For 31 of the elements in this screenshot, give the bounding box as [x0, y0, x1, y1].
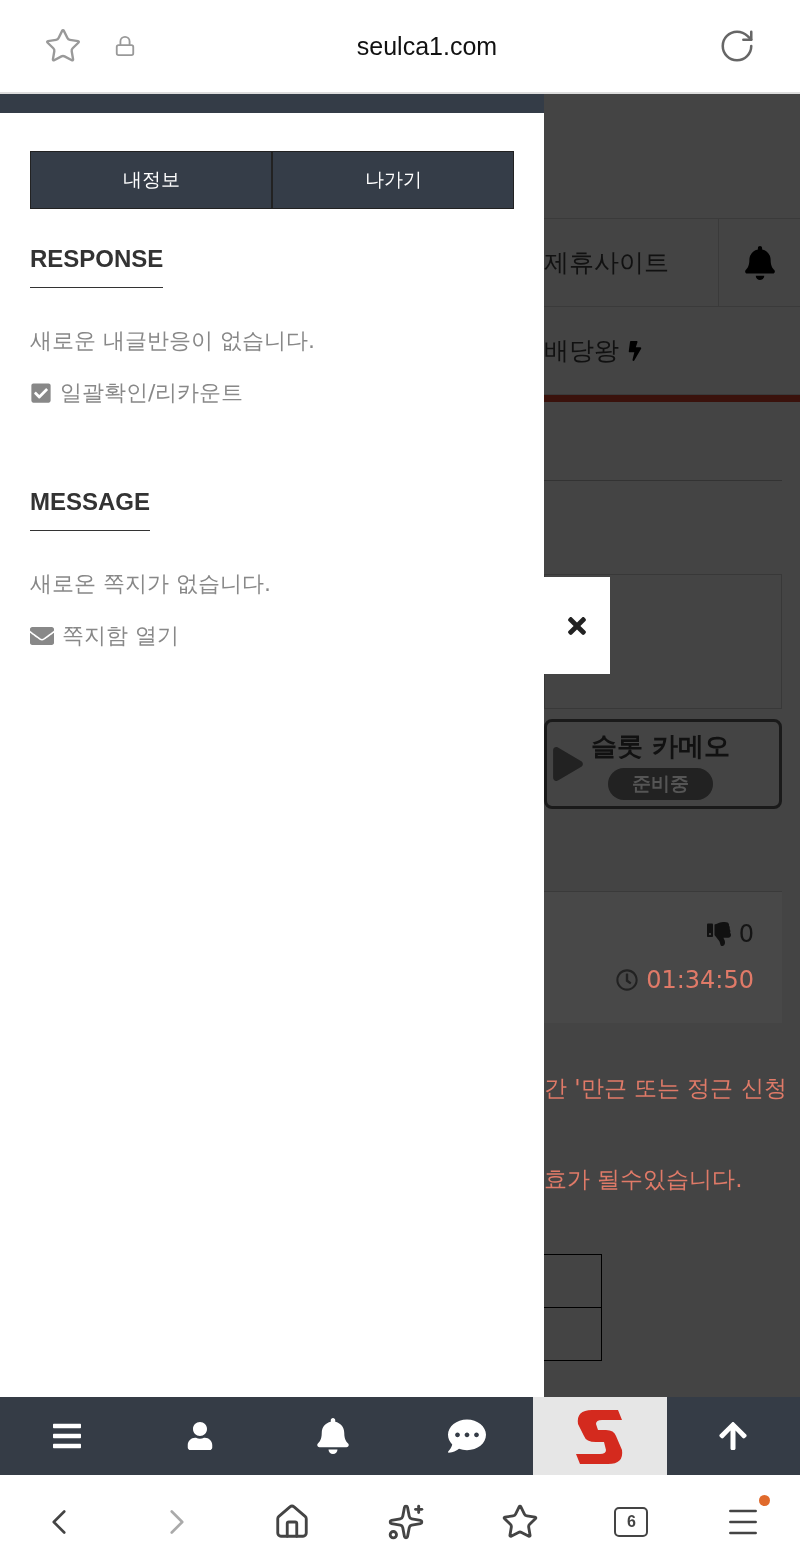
up-arrow-icon	[717, 1420, 750, 1452]
notice-text: 간 '만근 또는 정근 신청	[544, 1074, 788, 1103]
time-text: 01:34:50	[646, 966, 754, 994]
envelope-icon	[30, 624, 54, 648]
action-link[interactable]: 쪽지함 열기	[30, 621, 179, 651]
section-title: MESSAGE	[30, 488, 151, 531]
notice-text: 효가 될수있습니다.	[544, 1165, 744, 1194]
sparkle-icon	[386, 1502, 425, 1541]
user-icon	[186, 1422, 214, 1450]
bookmark-star-icon[interactable]	[44, 27, 82, 65]
chat-icon	[447, 1417, 486, 1455]
thumbs-down-icon[interactable]	[706, 922, 731, 946]
action-label: 쪽지함 열기	[62, 622, 179, 650]
action-label: 일괄확인/리카운트	[60, 379, 244, 407]
clock-icon	[616, 969, 639, 991]
lock-icon	[114, 35, 136, 57]
status-text: 새로운 내글반응이 없습니다.	[30, 327, 316, 355]
checkbox-icon	[30, 382, 52, 404]
tabs-button[interactable]: 6	[604, 1496, 659, 1547]
notification-dot-icon	[759, 1494, 771, 1506]
drawer-button[interactable]: 나가기	[272, 151, 514, 209]
bell-icon	[742, 245, 777, 280]
star-icon	[500, 1502, 539, 1541]
action-link[interactable]: 일괄확인/리카운트	[30, 378, 244, 408]
section-title: RESPONSE	[30, 245, 164, 288]
url-text[interactable]: seulca1.com	[136, 31, 718, 61]
drawer-button[interactable]: 내정보	[30, 151, 272, 209]
bell-icon	[315, 1418, 352, 1454]
play-icon	[551, 747, 585, 781]
status-text: 새로온 쪽지가 없습니다.	[30, 570, 272, 598]
logo-button[interactable]	[533, 1397, 667, 1475]
